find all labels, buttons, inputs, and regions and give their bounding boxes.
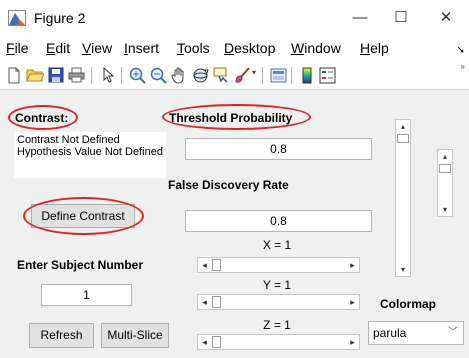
menu-tools-label: ools <box>184 40 210 56</box>
x-slider[interactable]: ◂ ▸ <box>197 257 360 273</box>
menu-help-label: elp <box>370 40 389 56</box>
menu-edit-label: dit <box>55 40 71 56</box>
menu-help-mnemonic: H <box>360 40 371 56</box>
menu-insert-label: nsert <box>127 40 160 56</box>
x-slider-right-arrow-icon[interactable]: ▸ <box>346 258 359 272</box>
colormap-select[interactable]: parula ﹀ <box>368 321 464 345</box>
pan-icon[interactable] <box>170 66 188 84</box>
menu-view-label: iew <box>91 40 113 56</box>
y-slider-left-arrow-icon[interactable]: ◂ <box>198 295 211 309</box>
matlab-figure-icon <box>8 10 26 26</box>
brush-icon[interactable] <box>233 66 251 84</box>
vertical-slider-small[interactable]: ▴ ▾ <box>437 149 453 217</box>
vslider-large-down-arrow-icon[interactable]: ▾ <box>396 263 410 276</box>
save-icon[interactable] <box>47 66 65 84</box>
vertical-slider-large[interactable]: ▴ ▾ <box>395 119 411 277</box>
false-discovery-rate-input[interactable]: 0.8 <box>185 210 372 232</box>
maximize-button[interactable]: ☐ <box>383 6 419 30</box>
z-slider-left-arrow-icon[interactable]: ◂ <box>198 335 211 349</box>
legend-icon[interactable] <box>318 66 336 84</box>
contrast-status-text: Contrast Not Defined Hypothesis Value No… <box>14 132 166 178</box>
colormap-label: Colormap <box>380 297 437 311</box>
vslider-small-thumb[interactable] <box>439 164 451 173</box>
subject-number-label: Enter Subject Number <box>17 258 144 272</box>
chevron-down-icon[interactable]: ﹀ <box>448 322 458 344</box>
toolbar-separator <box>121 67 122 84</box>
menu-file-mnemonic: F <box>6 40 15 56</box>
x-slider-left-arrow-icon[interactable]: ◂ <box>198 258 211 272</box>
y-slider-thumb[interactable] <box>212 296 221 308</box>
menu-tools-mnemonic: T <box>177 40 184 56</box>
colorbar-icon[interactable] <box>298 66 316 84</box>
toolbar-overflow-icon[interactable]: » <box>461 62 465 71</box>
menu-window-mnemonic: W <box>291 40 305 56</box>
menu-file-label: ile <box>14 40 29 56</box>
menu-view-mnemonic: V <box>82 40 92 56</box>
pointer-icon[interactable] <box>99 66 117 84</box>
open-file-icon[interactable] <box>26 66 44 84</box>
z-slider-label: Z = 1 <box>263 318 291 332</box>
false-discovery-rate-label: False Discovery Rate <box>168 178 289 192</box>
toolbar: ▾ » <box>0 60 469 90</box>
menu-window[interactable]: Window <box>291 40 341 56</box>
y-slider[interactable]: ◂ ▸ <box>197 294 360 310</box>
colormap-selected-value: parula <box>373 326 407 340</box>
menu-view[interactable]: View <box>82 40 112 56</box>
z-slider[interactable]: ◂ ▸ <box>197 334 360 350</box>
toolbar-separator <box>91 67 92 84</box>
z-slider-thumb[interactable] <box>212 336 221 348</box>
threshold-probability-input[interactable]: 0.8 <box>185 138 372 160</box>
vslider-large-up-arrow-icon[interactable]: ▴ <box>396 120 410 133</box>
define-contrast-annotation-oval <box>23 197 144 235</box>
menu-window-label: indow <box>304 40 341 56</box>
window-title: Figure 2 <box>34 10 86 26</box>
link-plot-icon[interactable] <box>269 66 287 84</box>
menu-file[interactable]: File <box>6 40 29 56</box>
menu-help[interactable]: Help <box>360 40 389 56</box>
menu-desktop-label: esktop <box>234 40 276 56</box>
zoom-out-icon[interactable] <box>149 66 167 84</box>
refresh-button[interactable]: Refresh <box>29 323 94 348</box>
figure-panel: Contrast: Contrast Not Defined Hypothesi… <box>0 91 469 358</box>
print-icon[interactable] <box>67 66 85 84</box>
menu-overflow-icon[interactable]: ➘ <box>457 45 465 56</box>
y-slider-label: Y = 1 <box>262 278 292 292</box>
new-figure-icon[interactable] <box>5 66 23 84</box>
vslider-small-up-arrow-icon[interactable]: ▴ <box>438 150 452 163</box>
menu-tools[interactable]: Tools <box>177 40 210 56</box>
x-slider-thumb[interactable] <box>212 259 221 271</box>
menu-desktop-mnemonic: D <box>224 40 235 56</box>
menu-insert[interactable]: Insert <box>124 40 159 56</box>
zoom-in-icon[interactable] <box>128 66 146 84</box>
data-cursor-icon[interactable] <box>212 66 230 84</box>
title-bar: Figure 2 — ☐ ✕ <box>0 0 469 35</box>
y-slider-right-arrow-icon[interactable]: ▸ <box>346 295 359 309</box>
contrast-annotation-oval <box>8 105 78 130</box>
minimize-button[interactable]: — <box>342 6 378 30</box>
menu-desktop[interactable]: Desktop <box>224 40 275 56</box>
vslider-large-thumb[interactable] <box>397 134 409 143</box>
toolbar-separator <box>291 67 292 84</box>
menu-edit-mnemonic: E <box>46 40 56 56</box>
toolbar-separator <box>262 67 263 84</box>
subject-number-input[interactable]: 1 <box>41 284 132 306</box>
close-button[interactable]: ✕ <box>428 6 464 30</box>
vslider-small-down-arrow-icon[interactable]: ▾ <box>438 203 452 216</box>
menu-edit[interactable]: Edit <box>46 40 70 56</box>
brush-dropdown-icon[interactable]: ▾ <box>252 68 256 77</box>
x-slider-label: X = 1 <box>262 238 292 252</box>
threshold-annotation-oval <box>162 104 311 130</box>
menu-bar: File Edit View Insert Tools Desktop Wind… <box>0 35 469 60</box>
multi-slice-button[interactable]: Multi-Slice <box>101 323 169 348</box>
z-slider-right-arrow-icon[interactable]: ▸ <box>346 335 359 349</box>
rotate-3d-icon[interactable] <box>191 66 209 84</box>
